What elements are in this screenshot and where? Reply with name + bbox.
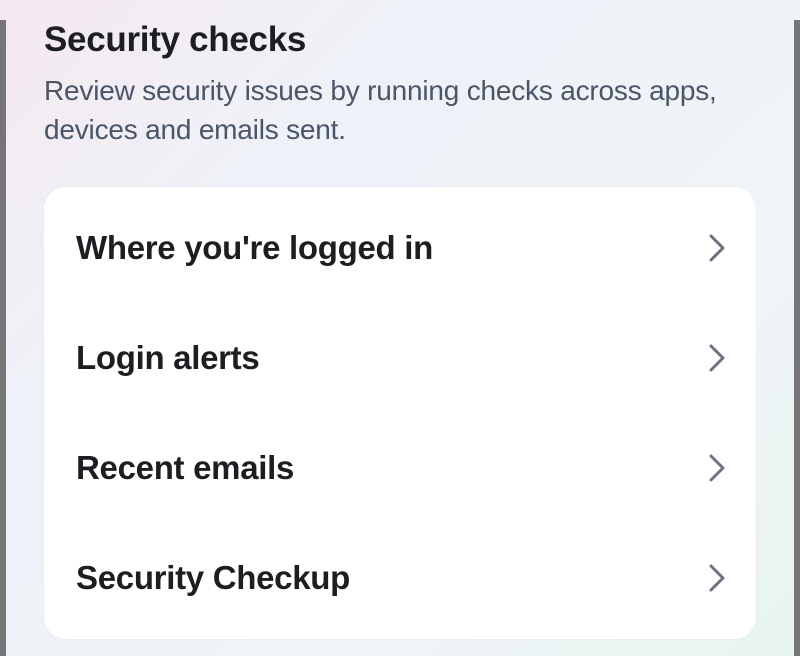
chevron-right-icon xyxy=(708,233,726,263)
item-recent-emails[interactable]: Recent emails xyxy=(44,413,756,523)
item-label: Where you're logged in xyxy=(76,229,433,267)
section-description: Review security issues by running checks… xyxy=(44,72,756,149)
item-label: Security Checkup xyxy=(76,559,350,597)
chevron-right-icon xyxy=(708,563,726,593)
item-label: Recent emails xyxy=(76,449,294,487)
chevron-right-icon xyxy=(708,343,726,373)
security-checks-card: Where you're logged in Login alerts Rece… xyxy=(44,187,756,639)
item-security-checkup[interactable]: Security Checkup xyxy=(44,523,756,633)
item-login-alerts[interactable]: Login alerts xyxy=(44,303,756,413)
item-where-logged-in[interactable]: Where you're logged in xyxy=(44,193,756,303)
item-label: Login alerts xyxy=(76,339,259,377)
frame-border-left xyxy=(0,20,6,656)
chevron-right-icon xyxy=(708,453,726,483)
security-checks-section: Security checks Review security issues b… xyxy=(0,20,800,639)
section-title: Security checks xyxy=(44,20,756,60)
frame-border-right xyxy=(794,20,800,656)
